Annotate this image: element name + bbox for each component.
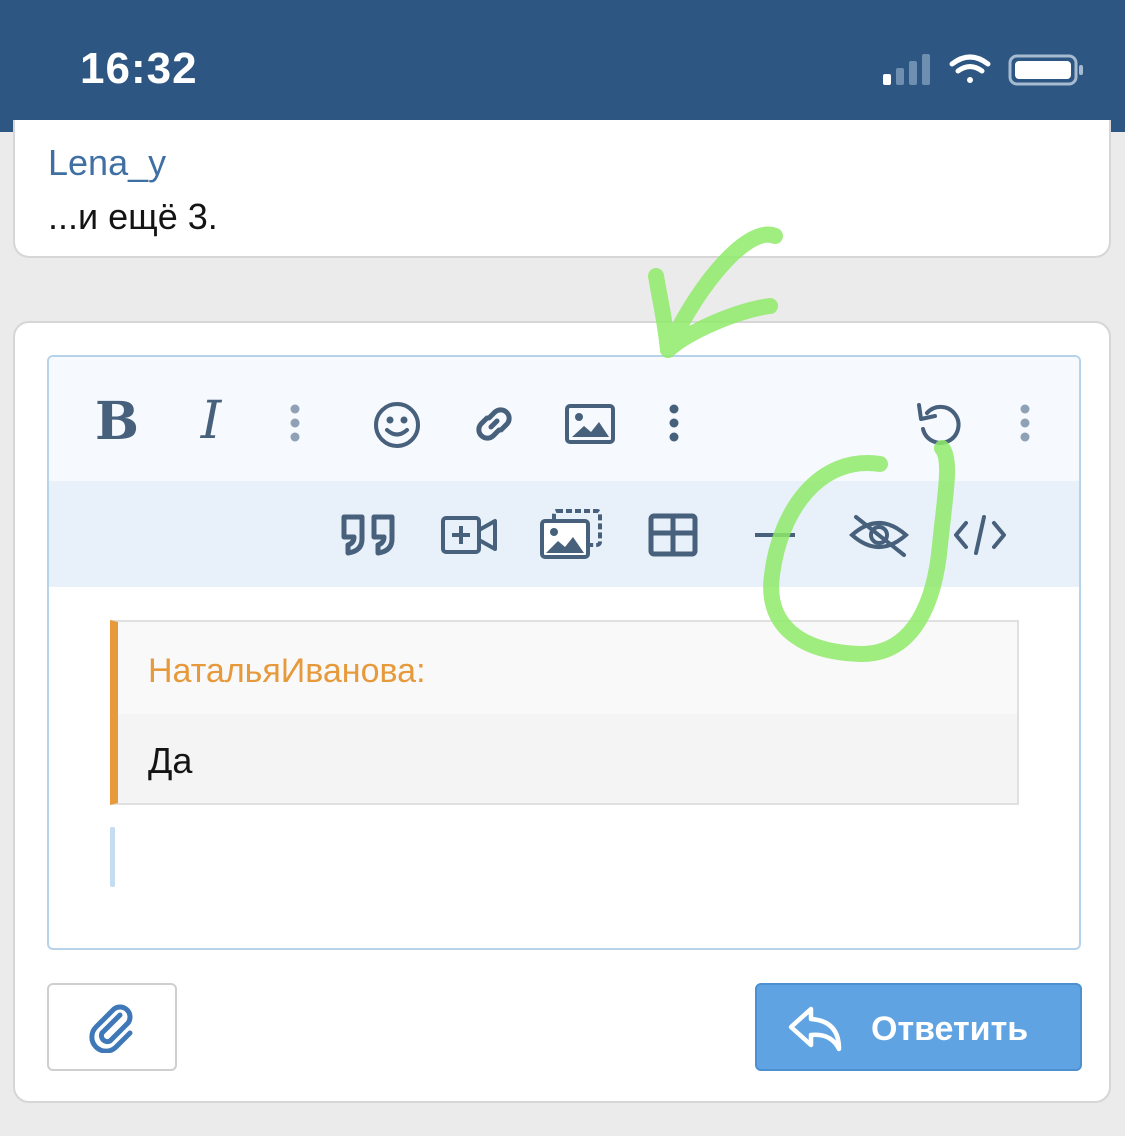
table-icon bbox=[648, 513, 698, 557]
spoiler-button[interactable] bbox=[847, 511, 911, 559]
reply-button[interactable]: Ответить bbox=[755, 983, 1082, 1071]
table-button[interactable] bbox=[647, 511, 699, 559]
reply-card: B I НатальяИванова: Да Ответить bbox=[13, 321, 1111, 1103]
link-button[interactable] bbox=[467, 397, 521, 451]
smiley-icon bbox=[374, 402, 420, 448]
italic-button[interactable]: I bbox=[189, 391, 233, 451]
quote-header: НатальяИванова: bbox=[118, 622, 1017, 714]
vertical-dots-icon bbox=[669, 404, 679, 442]
toolbar-row-2 bbox=[49, 481, 1079, 587]
vertical-dots-icon bbox=[290, 404, 300, 442]
gallery-icon bbox=[540, 509, 602, 559]
undo-button[interactable] bbox=[911, 397, 967, 451]
eye-slash-icon bbox=[848, 515, 910, 557]
quote-icon bbox=[341, 514, 395, 556]
video-plus-icon bbox=[441, 516, 497, 554]
battery-icon bbox=[1008, 54, 1083, 86]
horizontal-line-icon bbox=[755, 533, 795, 537]
wifi-icon bbox=[949, 54, 991, 83]
undo-icon bbox=[917, 403, 961, 445]
reply-button-label: Ответить bbox=[871, 1010, 1029, 1048]
quote-block: НатальяИванова: Да bbox=[110, 620, 1019, 805]
reply-arrow-icon bbox=[788, 1006, 842, 1052]
more-options-button[interactable] bbox=[1013, 401, 1037, 445]
code-button[interactable] bbox=[951, 511, 1009, 559]
signal-icon bbox=[883, 54, 930, 85]
toolbar-row-1: B I bbox=[49, 357, 1079, 481]
code-icon bbox=[954, 515, 1006, 555]
attach-button[interactable] bbox=[47, 983, 177, 1071]
status-time: 16:32 bbox=[80, 44, 198, 93]
quote-button[interactable] bbox=[339, 511, 399, 559]
media-button[interactable] bbox=[439, 511, 499, 559]
paperclip-icon bbox=[89, 1004, 133, 1053]
user-link[interactable]: Lena_y bbox=[48, 142, 166, 184]
image-icon bbox=[565, 404, 615, 444]
status-bar: 16:32 bbox=[0, 0, 1125, 132]
quote-author: НатальяИванова: bbox=[148, 652, 426, 690]
link-icon bbox=[476, 407, 512, 441]
quote-text: Да bbox=[148, 740, 193, 781]
vertical-dots-icon bbox=[1020, 404, 1030, 442]
horizontal-line-button[interactable] bbox=[753, 525, 797, 545]
likes-more-text[interactable]: ...и ещё 3. bbox=[48, 196, 218, 238]
more-insert-options-button[interactable] bbox=[662, 401, 686, 445]
bold-button[interactable]: B bbox=[95, 391, 139, 452]
gallery-button[interactable] bbox=[539, 507, 603, 561]
post-card: Lena_y ...и ещё 3. bbox=[13, 120, 1111, 258]
image-button[interactable] bbox=[564, 401, 616, 447]
status-icons bbox=[883, 54, 1083, 86]
rich-text-editor[interactable]: B I НатальяИванова: Да bbox=[47, 355, 1081, 950]
more-text-options-button[interactable] bbox=[283, 401, 307, 445]
emoji-button[interactable] bbox=[371, 399, 423, 451]
text-cursor bbox=[110, 827, 115, 887]
